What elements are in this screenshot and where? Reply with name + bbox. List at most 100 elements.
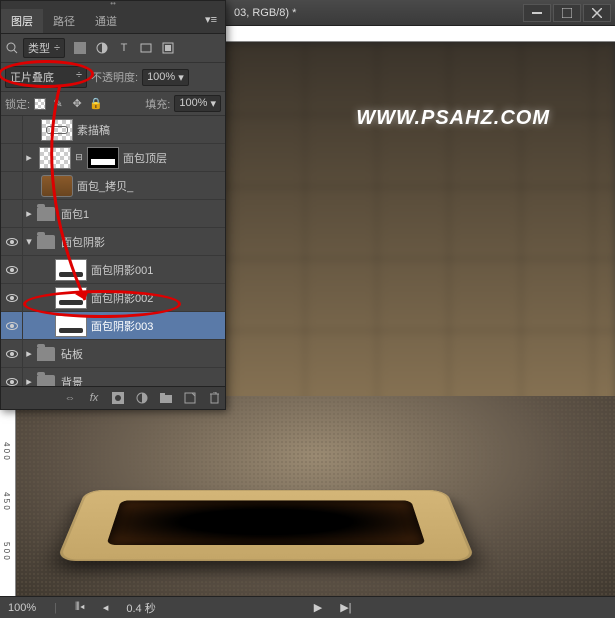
maximize-button[interactable]: [553, 4, 581, 22]
layer-name[interactable]: 面包阴影001: [91, 262, 225, 278]
lock-transparent-icon[interactable]: [34, 98, 46, 110]
opacity-label: 不透明度:: [91, 69, 138, 85]
lock-move-icon[interactable]: ✥: [70, 97, 84, 111]
layer-name[interactable]: 素描稿: [77, 122, 225, 138]
tab-paths[interactable]: 路径: [43, 9, 85, 33]
close-button[interactable]: [583, 4, 611, 22]
layer-row[interactable]: 面包阴影003: [1, 312, 225, 340]
filter-type-label: 类型: [28, 40, 50, 56]
minimize-button[interactable]: [523, 4, 551, 22]
layer-list: 素描稿 ▸ ⊟ 面包顶层 面包_拷贝_ ▸ 面包1 ▾ 面包阴影: [1, 116, 225, 386]
ruler-tick: 5 0 0: [2, 542, 11, 560]
layer-name[interactable]: 背景: [61, 374, 225, 387]
layer-row[interactable]: ▸ 面包1: [1, 200, 225, 228]
filter-adjust-icon[interactable]: [95, 41, 109, 55]
opacity-input[interactable]: 100%▾: [142, 69, 189, 86]
layer-row[interactable]: ▸ 背景: [1, 368, 225, 386]
eye-icon: [6, 238, 18, 246]
visibility-toggle[interactable]: [1, 144, 23, 171]
blend-row: 正片叠底÷ 不透明度: 100%▾: [1, 63, 225, 92]
blend-mode-select[interactable]: 正片叠底÷: [5, 66, 87, 88]
layer-row[interactable]: ▸ 砧板: [1, 340, 225, 368]
layer-thumbnail[interactable]: [39, 147, 71, 169]
adjustment-icon[interactable]: [135, 391, 149, 405]
layer-name[interactable]: 面包1: [61, 206, 225, 222]
filter-smart-icon[interactable]: [161, 41, 175, 55]
layer-thumbnail[interactable]: [41, 119, 73, 141]
layer-row[interactable]: 素描稿: [1, 116, 225, 144]
layer-row[interactable]: ▾ 面包阴影: [1, 228, 225, 256]
layer-name[interactable]: 面包阴影002: [91, 290, 225, 306]
new-layer-icon[interactable]: [183, 391, 197, 405]
lock-row: 锁定: ✎ ✥ 🔒 填充: 100%▾: [1, 92, 225, 116]
opacity-value: 100%: [147, 71, 175, 84]
tab-layers[interactable]: 图层: [1, 9, 43, 33]
blend-mode-value: 正片叠底: [10, 69, 54, 85]
layer-row[interactable]: 面包阴影002: [1, 284, 225, 312]
status-bar: 100% | ⦀◂ ◂ 0.4 秒 ▶ ▶|: [0, 596, 615, 618]
layer-name[interactable]: 面包阴影003: [91, 318, 225, 334]
layers-panel: •• 图层 路径 通道 ▾≡ 类型÷ T 正片叠底÷ 不透明度: 100%▾ 锁…: [0, 0, 226, 410]
visibility-toggle[interactable]: [1, 116, 23, 143]
folder-icon: [37, 207, 55, 221]
layer-row[interactable]: 面包_拷贝_: [1, 172, 225, 200]
window-buttons: [523, 4, 611, 22]
eye-icon: [6, 294, 18, 302]
mask-icon[interactable]: [111, 391, 125, 405]
tab-channels[interactable]: 通道: [85, 9, 127, 33]
panel-grip[interactable]: ••: [1, 1, 225, 9]
divider: |: [54, 602, 57, 614]
panel-menu-button[interactable]: ▾≡: [197, 9, 225, 33]
fill-input[interactable]: 100%▾: [174, 95, 221, 112]
panel-tabs: 图层 路径 通道 ▾≡: [1, 9, 225, 34]
group-icon[interactable]: [159, 391, 173, 405]
panel-footer: ⇔ fx: [1, 386, 225, 409]
filter-shape-icon[interactable]: [139, 41, 153, 55]
layer-thumbnail[interactable]: [55, 287, 87, 309]
fx-icon[interactable]: fx: [87, 391, 101, 405]
link-icon: ⊟: [75, 152, 83, 163]
ruler-tick: 4 5 0: [2, 492, 11, 510]
trash-icon[interactable]: [207, 391, 221, 405]
mask-thumbnail[interactable]: [87, 147, 119, 169]
disclosure-triangle[interactable]: ▸: [23, 347, 35, 360]
timeline-time: 0.4 秒: [126, 600, 155, 616]
visibility-toggle[interactable]: [1, 172, 23, 199]
filter-type-select[interactable]: 类型÷: [23, 38, 65, 58]
layer-name[interactable]: 砧板: [61, 346, 225, 362]
layer-thumbnail[interactable]: [41, 175, 73, 197]
timeline-start-icon[interactable]: ⦀◂: [75, 601, 85, 614]
lock-paint-icon[interactable]: ✎: [51, 97, 65, 111]
eye-icon: [6, 350, 18, 358]
timeline-prev-icon[interactable]: ◂: [103, 601, 109, 614]
filter-pixel-icon[interactable]: [73, 41, 87, 55]
visibility-toggle[interactable]: [1, 368, 23, 386]
search-icon[interactable]: [5, 41, 19, 55]
disclosure-triangle[interactable]: ▸: [23, 375, 35, 386]
disclosure-triangle[interactable]: ▸: [23, 207, 35, 220]
layer-row[interactable]: 面包阴影001: [1, 256, 225, 284]
eye-icon: [6, 322, 18, 330]
visibility-toggle[interactable]: [1, 312, 23, 339]
layer-name[interactable]: 面包阴影: [61, 234, 225, 250]
ruler-tick: 4 0 0: [2, 442, 11, 460]
timeline-play-icon[interactable]: ▶: [314, 601, 322, 614]
zoom-value[interactable]: 100%: [8, 602, 36, 614]
layer-row[interactable]: ▸ ⊟ 面包顶层: [1, 144, 225, 172]
disclosure-triangle[interactable]: ▾: [23, 235, 35, 248]
layer-thumbnail[interactable]: [55, 315, 87, 337]
visibility-toggle[interactable]: [1, 200, 23, 227]
visibility-toggle[interactable]: [1, 228, 23, 255]
link-layers-icon[interactable]: ⇔: [63, 391, 77, 405]
visibility-toggle[interactable]: [1, 256, 23, 283]
visibility-toggle[interactable]: [1, 340, 23, 367]
disclosure-triangle[interactable]: ▸: [23, 151, 35, 164]
layer-name[interactable]: 面包_拷贝_: [77, 178, 225, 194]
layer-thumbnail[interactable]: [55, 259, 87, 281]
visibility-toggle[interactable]: [1, 284, 23, 311]
folder-icon: [37, 347, 55, 361]
timeline-next-icon[interactable]: ▶|: [340, 601, 351, 614]
lock-all-icon[interactable]: 🔒: [89, 97, 103, 111]
filter-type-icon[interactable]: T: [117, 41, 131, 55]
layer-name[interactable]: 面包顶层: [123, 150, 225, 166]
